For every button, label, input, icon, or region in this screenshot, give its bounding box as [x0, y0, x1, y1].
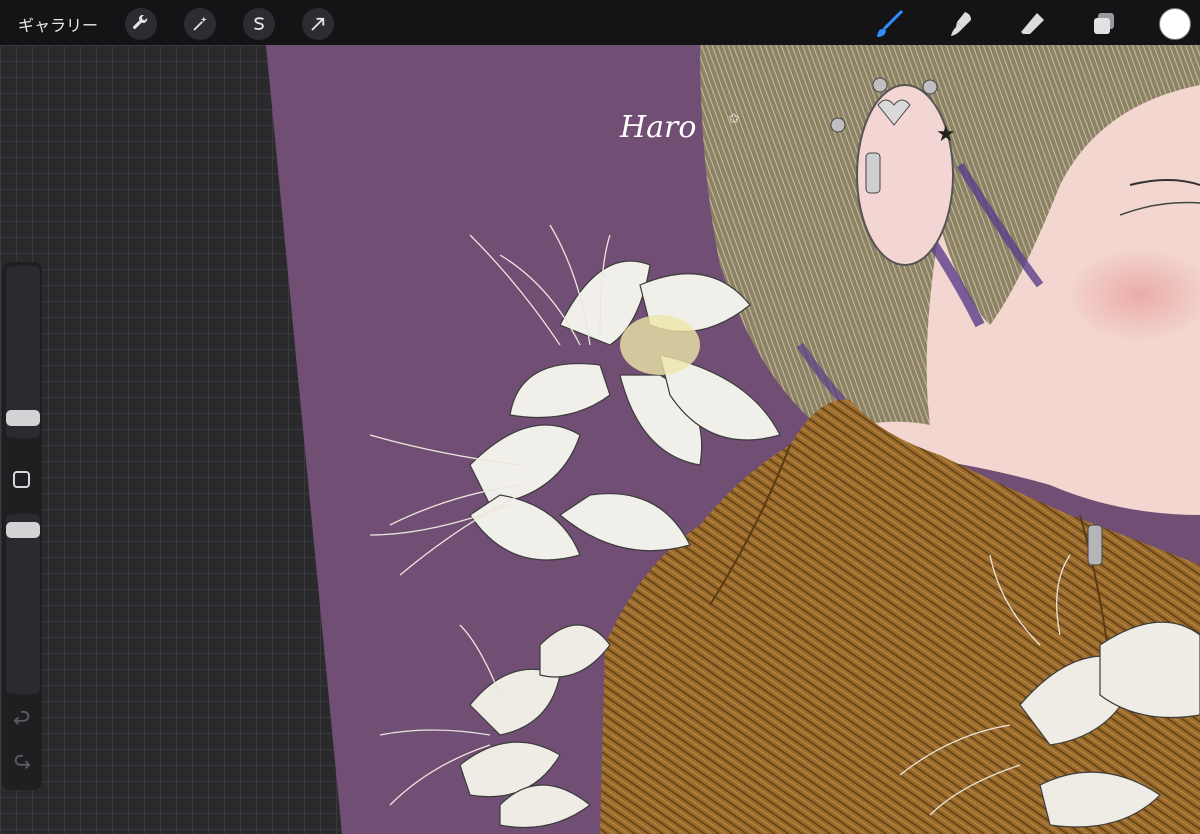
- arrow-icon: [311, 17, 325, 31]
- signature-text: Haro: [619, 110, 696, 145]
- smudge-icon: [951, 12, 971, 36]
- brush-icon: [877, 9, 904, 37]
- modify-square-icon[interactable]: [13, 471, 30, 488]
- redo-icon: [14, 754, 31, 770]
- opacity-thumb[interactable]: [6, 522, 40, 538]
- magic-wand-icon: [193, 16, 207, 31]
- brush-tool[interactable]: [873, 8, 905, 40]
- smudge-tool[interactable]: [945, 8, 977, 40]
- brush-size-thumb[interactable]: [6, 410, 40, 426]
- eraser-tool[interactable]: [1017, 8, 1049, 40]
- brush-size-slider[interactable]: [6, 266, 40, 438]
- color-button[interactable]: [1159, 8, 1191, 40]
- artwork-canvas[interactable]: ★ Haro ✩: [0, 45, 1200, 834]
- layers-button[interactable]: [1088, 8, 1120, 40]
- undo-icon: [13, 710, 30, 726]
- adjustments-button[interactable]: [184, 8, 216, 40]
- redo-button[interactable]: [11, 752, 33, 774]
- eraser-icon: [1021, 13, 1044, 34]
- svg-text:★: ★: [936, 122, 956, 147]
- gallery-button[interactable]: ギャラリー: [18, 12, 98, 36]
- transform-button[interactable]: [302, 8, 334, 40]
- svg-text:✩: ✩: [728, 111, 740, 127]
- opacity-slider[interactable]: [6, 514, 40, 694]
- wrench-icon: [133, 15, 148, 29]
- selection-button[interactable]: [243, 8, 275, 40]
- actions-button[interactable]: [125, 8, 157, 40]
- selection-icon: [254, 17, 264, 30]
- top-toolbar: ギャラリー: [0, 0, 1200, 45]
- layers-icon: [1094, 13, 1114, 34]
- left-sidebar: [2, 262, 42, 790]
- undo-button[interactable]: [11, 708, 33, 730]
